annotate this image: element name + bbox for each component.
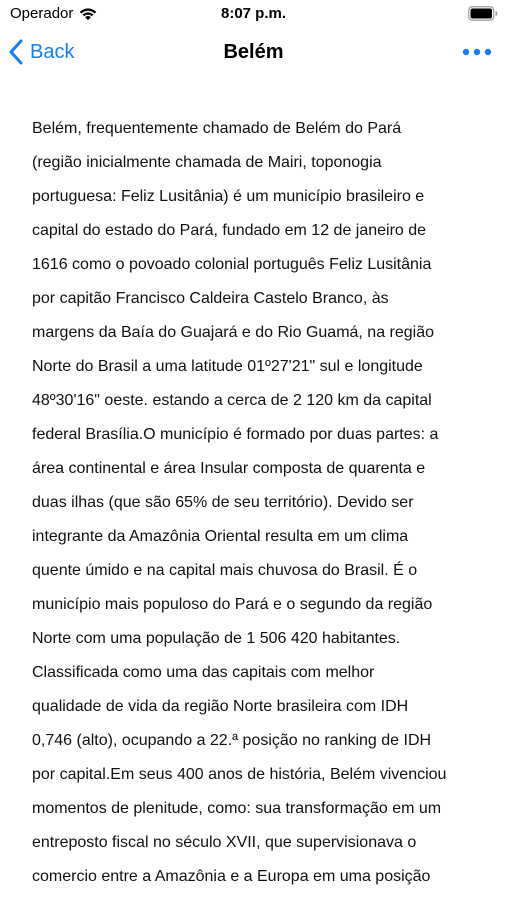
article-line: entreposto fiscal no século XVII, que su… <box>32 834 417 851</box>
article-line: 48º30'16" oeste. estando a cerca de 2 12… <box>32 392 432 409</box>
article-line: qualidade de vida da região Norte brasil… <box>32 698 409 715</box>
article-line: Norte do Brasil a uma latitude 01º27'21"… <box>32 358 423 375</box>
article-line: margens da Baía do Guajará e do Rio Guam… <box>32 324 435 341</box>
article-line: comercio entre a Amazônia e a Europa em … <box>32 868 431 885</box>
article-line: Norte com uma população de 1 506 420 hab… <box>32 630 401 647</box>
article-line: integrante da Amazônia Oriental resulta … <box>32 528 409 545</box>
article-line: portuguesa: Feliz Lusitânia) é um municí… <box>32 188 425 205</box>
article-line: 1616 como o povoado colonial português F… <box>32 256 432 273</box>
article-line: duas ilhas (que são 65% de seu territóri… <box>32 494 414 511</box>
battery-icon <box>468 6 498 21</box>
article-line: Belém, frequentemente chamado de Belém d… <box>32 120 402 137</box>
article-line: área continental e área Insular composta… <box>32 460 426 477</box>
article-line: Classificada como uma das capitais com m… <box>32 664 375 681</box>
article-line: quente úmido e na capital mais chuvosa d… <box>32 562 418 579</box>
article-line: por capital.Em seus 400 anos de história… <box>32 766 447 783</box>
status-bar: Operador 8:07 p.m. <box>0 0 507 28</box>
ellipsis-icon[interactable] <box>461 42 493 62</box>
article-body: Belém, frequentemente chamado de Belém d… <box>32 112 482 894</box>
article-line: 0,746 (alto), ocupando a 22.ª posição no… <box>32 732 432 749</box>
article-line: (região inicialmente chamada de Mairi, t… <box>32 154 382 171</box>
navigation-bar: Back Belém <box>0 28 507 76</box>
article-line: capital do estado do Pará, fundado em 12… <box>32 222 427 239</box>
clock: 8:07 p.m. <box>220 5 287 22</box>
article-line: por capitão Francisco Caldeira Castelo B… <box>32 290 389 307</box>
article-line: município mais populoso do Pará e o segu… <box>32 596 433 613</box>
article-line: federal Brasília.O município é formado p… <box>32 426 439 443</box>
page-title: Belém <box>223 41 284 63</box>
article-line: momentos de plenitude, como: sua transfo… <box>32 800 442 817</box>
